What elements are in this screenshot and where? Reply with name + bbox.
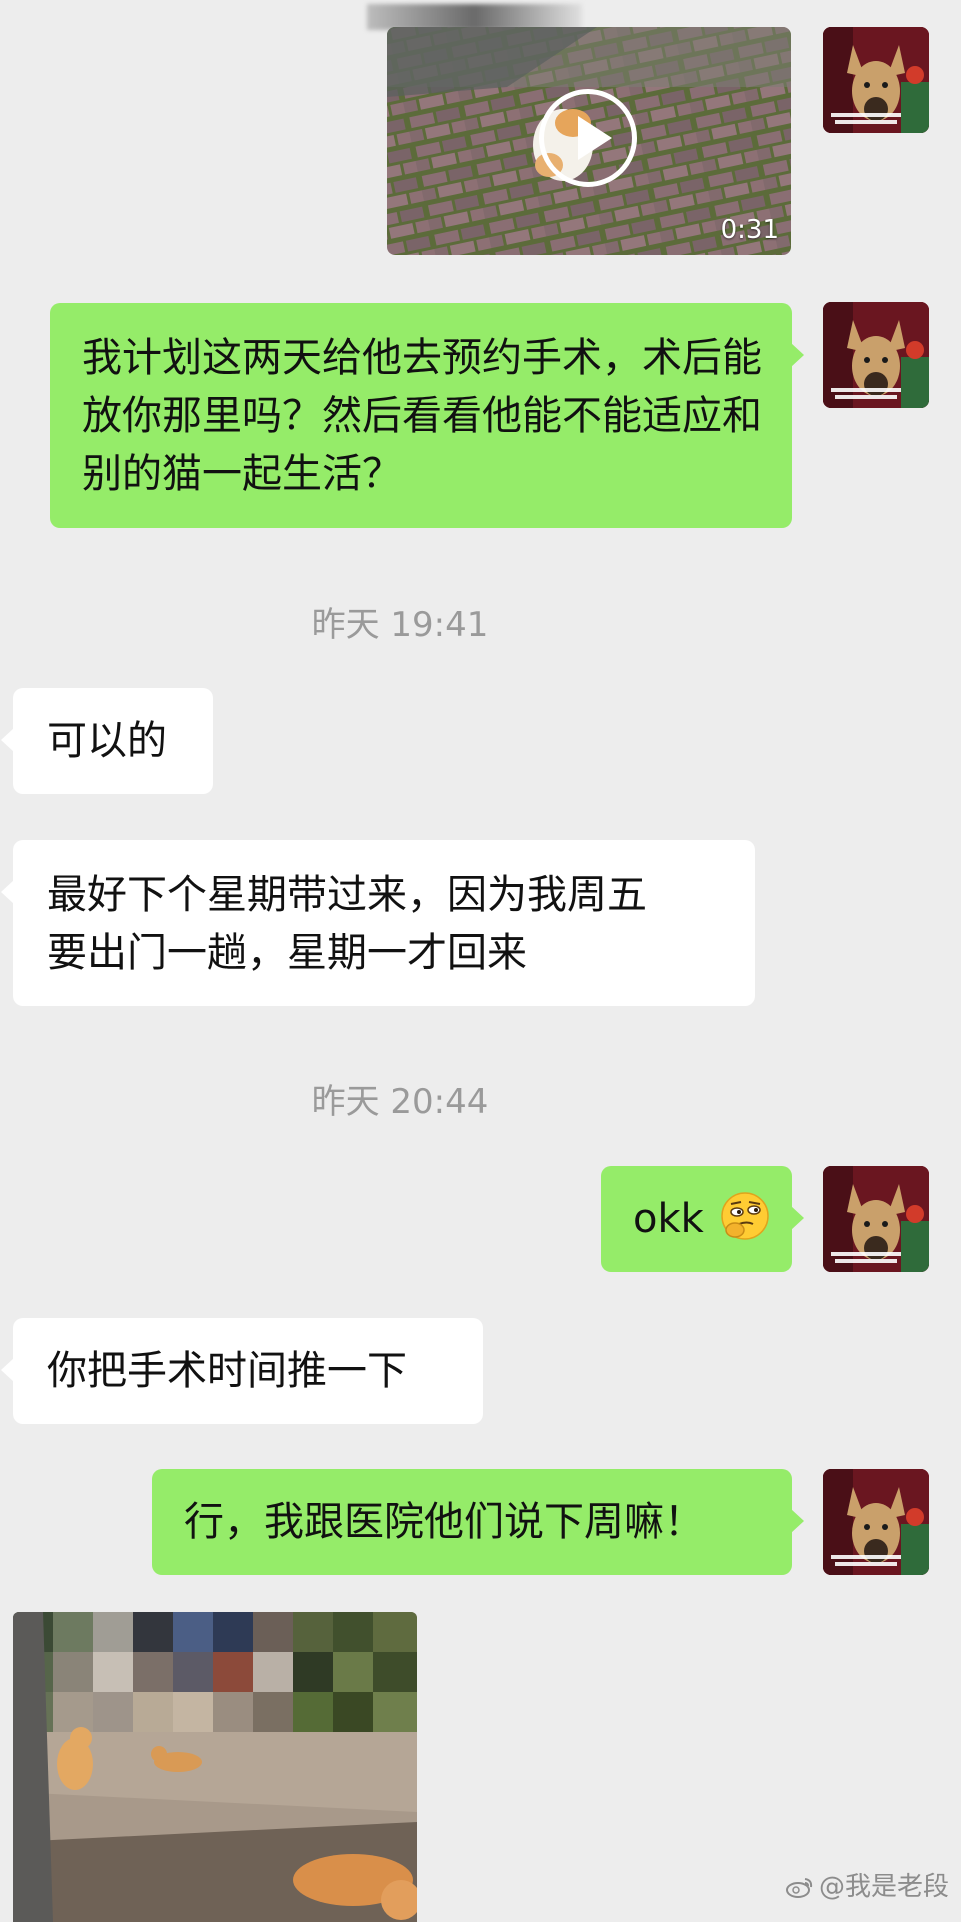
timestamp: 昨天 19:41: [311, 605, 489, 645]
message-text-line: 要出门一趟，星期一才回来: [47, 930, 527, 976]
other-message-bubble[interactable]: 最好下个星期带过来，因为我周五 要出门一趟，星期一才回来: [1, 840, 755, 1006]
weibo-icon: [785, 1878, 813, 1898]
other-message-bubble[interactable]: 你把手术时间推一下: [1, 1318, 483, 1424]
timestamp: 昨天 20:44: [311, 1082, 489, 1122]
my-message-bubble[interactable]: okk: [601, 1166, 804, 1272]
dog-avatar-icon: [823, 27, 929, 133]
my-message-bubble[interactable]: 行，我跟医院他们说下周嘛！: [152, 1469, 804, 1575]
my-avatar[interactable]: [823, 1469, 929, 1575]
play-icon: [578, 116, 612, 160]
my-avatar[interactable]: [823, 27, 929, 133]
photo-message[interactable]: [13, 1612, 417, 1922]
other-message-bubble[interactable]: 可以的: [1, 688, 213, 794]
thinking-face-emoji-icon: [720, 1192, 769, 1240]
video-duration: 0:31: [720, 215, 779, 245]
my-avatar[interactable]: [823, 1166, 929, 1272]
pixelated-region: [13, 1612, 417, 1732]
message-text-line: 最好下个星期带过来，因为我周五: [47, 872, 647, 918]
video-message[interactable]: 0:31: [387, 27, 791, 255]
message-text: 行，我跟医院他们说下周嘛！: [184, 1499, 704, 1545]
message-text: 你把手术时间推一下: [47, 1348, 407, 1394]
play-button[interactable]: [539, 89, 637, 187]
my-avatar[interactable]: [823, 302, 929, 408]
message-text: 可以的: [47, 718, 167, 764]
dog-avatar-icon: [823, 1166, 929, 1272]
watermark-text: @我是老段: [818, 1872, 949, 1902]
dog-avatar-icon: [823, 302, 929, 408]
watermark: @我是老段: [785, 1866, 949, 1903]
my-message-bubble[interactable]: 我计划这两天给他去预约手术，术后能放你那里吗？然后看看他能不能适应和别的猫一起生…: [50, 303, 804, 528]
message-text: 我计划这两天给他去预约手术，术后能放你那里吗？然后看看他能不能适应和别的猫一起生…: [82, 335, 762, 497]
dog-avatar-icon: [823, 1469, 929, 1575]
cats-photo: [13, 1612, 417, 1922]
message-text: okk: [633, 1196, 704, 1242]
